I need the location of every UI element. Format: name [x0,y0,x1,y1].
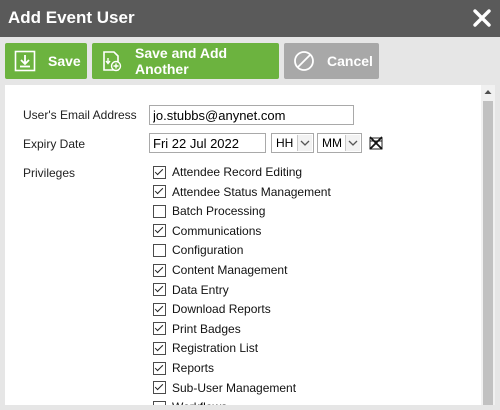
privilege-label: Data Entry [172,282,229,297]
title-bar: Add Event User [0,0,500,37]
save-and-add-another-button[interactable]: Save and Add Another [92,43,279,79]
save-label: Save [48,53,81,69]
form-panel: User's Email Address Expiry Date HH MM [5,85,495,405]
hour-select-value: HH [276,136,294,150]
chevron-down-icon [345,135,360,151]
privilege-label: Batch Processing [172,204,266,219]
privilege-checkbox[interactable] [153,243,166,257]
save-icon [14,50,36,72]
privilege-item[interactable]: Batch Processing [153,203,265,219]
privilege-checkbox[interactable] [153,263,166,277]
chevron-down-icon [297,135,312,151]
email-label: User's Email Address [23,108,137,122]
privilege-label: Print Badges [172,321,241,336]
privilege-label: Attendee Record Editing [172,165,303,179]
privilege-checkbox[interactable] [153,322,166,336]
privilege-item[interactable]: Workflows [153,399,227,405]
privilege-label: Download Reports [172,302,271,317]
privilege-label: Content Management [172,263,288,277]
save-and-add-another-label: Save and Add Another [135,45,228,77]
add-event-user-dialog: Add Event User Save Save and Add Another… [0,0,500,410]
cancel-label: Cancel [327,53,373,69]
privilege-checkbox[interactable] [153,400,166,405]
privilege-label: Workflows [172,400,227,405]
privilege-checkbox[interactable] [153,302,166,316]
minute-select[interactable]: MM [317,133,362,153]
privilege-checkbox[interactable] [153,204,166,218]
privilege-checkbox[interactable] [153,224,166,238]
save-button[interactable]: Save [5,43,87,79]
privilege-checkbox[interactable] [153,341,166,355]
privilege-item[interactable]: Sub-User Management [153,380,296,396]
privilege-label: Sub-User Management [172,380,297,395]
toolbar: Save Save and Add Another Cancel [0,37,500,85]
privileges-label: Privileges [23,166,76,180]
privilege-item[interactable]: Download Reports [153,301,271,317]
privilege-label: Attendee Status Management [172,184,331,199]
privilege-checkbox[interactable] [153,381,166,395]
clear-date-icon[interactable] [369,136,383,150]
expiry-date-label: Expiry Date [23,137,86,151]
privilege-checkbox[interactable] [153,361,166,375]
close-icon[interactable] [473,9,491,27]
privilege-item[interactable]: Print Badges [153,321,241,337]
expiry-date-field[interactable] [149,133,266,153]
privilege-item[interactable]: Attendee Record Editing [153,164,302,180]
privilege-item[interactable]: Content Management [153,262,287,278]
save-add-icon [101,50,123,72]
scrollbar-thumb[interactable] [483,101,493,405]
privilege-checkbox[interactable] [153,165,166,179]
privilege-item[interactable]: Communications [153,223,261,239]
privilege-item[interactable]: Data Entry [153,282,229,298]
cancel-button[interactable]: Cancel [284,43,379,79]
privilege-label: Configuration [172,243,244,258]
privilege-checkbox[interactable] [153,283,166,297]
privilege-label: Registration List [172,341,259,356]
privilege-item[interactable]: Attendee Status Management [153,184,331,200]
scroll-up-icon[interactable] [481,85,495,99]
privilege-label: Communications [172,223,262,238]
privilege-item[interactable]: Configuration [153,242,243,258]
privilege-checkbox[interactable] [153,185,166,199]
privilege-label: Reports [172,361,215,375]
cancel-icon [293,50,315,72]
dialog-title: Add Event User [8,8,135,27]
email-field[interactable] [149,105,354,125]
hour-select[interactable]: HH [271,133,314,153]
form-content: User's Email Address Expiry Date HH MM [5,85,481,405]
privilege-item[interactable]: Reports [153,360,214,376]
minute-select-value: MM [322,136,342,150]
scrollbar[interactable] [481,85,495,405]
privilege-item[interactable]: Registration List [153,340,258,356]
